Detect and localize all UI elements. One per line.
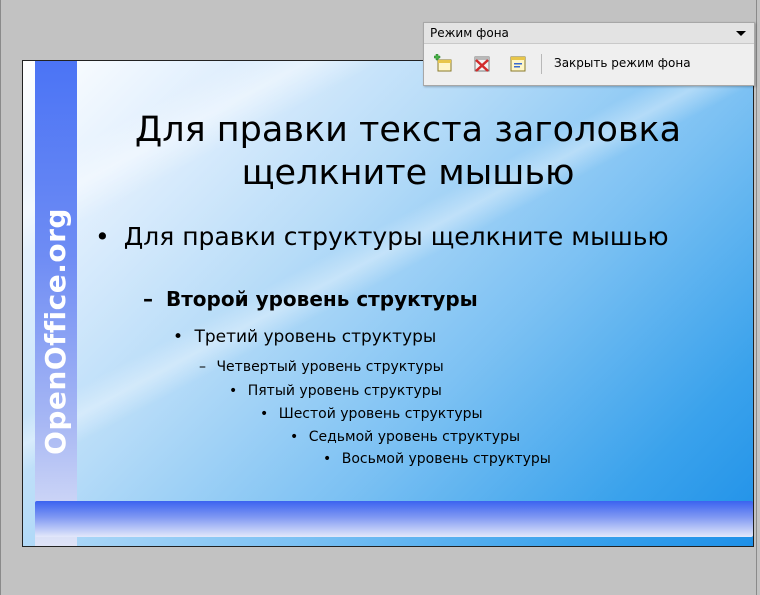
bottom-bar-decoration bbox=[35, 501, 753, 537]
bullet: • bbox=[173, 327, 184, 347]
toolbar-title: Режим фона bbox=[430, 26, 509, 40]
bullet: • bbox=[229, 383, 238, 399]
bullet: • bbox=[323, 451, 332, 467]
outline-level-4: – Четвертый уровень структуры bbox=[199, 359, 444, 375]
outline-level-4-text: Четвертый уровень структуры bbox=[216, 359, 444, 375]
bullet: • bbox=[260, 406, 269, 422]
toolbar-separator bbox=[541, 54, 542, 74]
slide-canvas[interactable]: OpenOffice.org Для правки текста заголов… bbox=[22, 60, 754, 547]
outline-level-8-text: Восьмой уровень структуры bbox=[341, 451, 551, 467]
bullet: • bbox=[95, 222, 110, 251]
close-master-view-button[interactable]: Закрыть режим фона bbox=[554, 56, 691, 70]
insert-master-icon bbox=[434, 54, 452, 72]
outline-level-2-text: Второй уровень структуры bbox=[165, 287, 478, 311]
outline-level-1: • Для правки структуры щелкните мышью bbox=[95, 221, 695, 253]
delete-master-icon bbox=[474, 56, 490, 72]
toolbar-titlebar[interactable]: Режим фона bbox=[424, 23, 754, 44]
outline-level-8: • Восьмой уровень структуры bbox=[323, 451, 551, 467]
outline-level-1-text: Для правки структуры щелкните мышью bbox=[123, 222, 669, 251]
rename-master-icon bbox=[510, 56, 526, 72]
master-view-toolbar: Режим фона Закрыть режим фона bbox=[423, 22, 755, 86]
delete-master-button[interactable] bbox=[472, 54, 492, 74]
outline-level-5: • Пятый уровень структуры bbox=[229, 383, 442, 399]
outline-level-6-text: Шестой уровень структуры bbox=[278, 406, 483, 422]
rename-master-button[interactable] bbox=[508, 54, 528, 74]
outline-level-3: • Третий уровень структуры bbox=[173, 327, 436, 347]
outline-level-2: – Второй уровень структуры bbox=[143, 287, 478, 311]
dash: – bbox=[199, 359, 206, 375]
insert-master-button[interactable] bbox=[434, 54, 454, 74]
outline-level-7: • Седьмой уровень структуры bbox=[290, 429, 520, 445]
dash: – bbox=[143, 287, 153, 311]
toolbar-menu-arrow-icon[interactable] bbox=[736, 31, 746, 36]
title-placeholder[interactable]: Для правки текста заголовка щелкните мыш… bbox=[83, 109, 733, 195]
outline-level-6: • Шестой уровень структуры bbox=[260, 406, 483, 422]
outline-level-5-text: Пятый уровень структуры bbox=[247, 383, 442, 399]
openoffice-logo: OpenOffice.org bbox=[37, 181, 73, 481]
bullet: • bbox=[290, 429, 299, 445]
outline-level-7-text: Седьмой уровень структуры bbox=[308, 429, 521, 445]
side-logo-text: OpenOffice.org bbox=[38, 207, 72, 455]
outline-level-3-text: Третий уровень структуры bbox=[194, 327, 437, 347]
